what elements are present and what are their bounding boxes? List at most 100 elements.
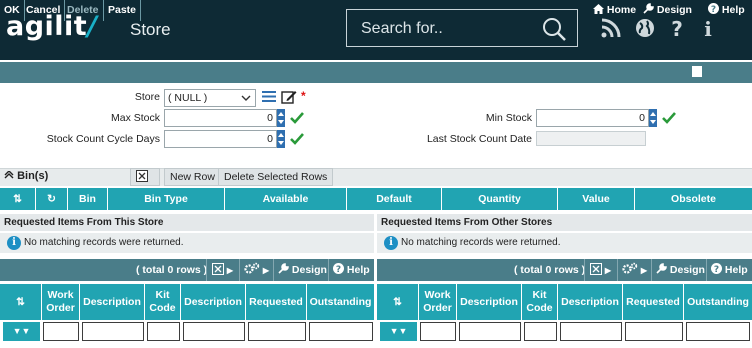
divider [328, 259, 329, 281]
max-stock-spinner[interactable] [277, 109, 285, 127]
total-rows: ( total 0 rows ) [514, 264, 586, 276]
col-value[interactable]: Value [558, 188, 635, 210]
export-excel-button[interactable]: ▶ [590, 259, 611, 281]
filter-work-order[interactable] [420, 322, 456, 341]
filter-kit-code[interactable] [147, 322, 180, 341]
col-description[interactable]: Description [457, 284, 522, 320]
col-bin[interactable]: Bin [68, 188, 108, 210]
main-toolbar [0, 62, 752, 83]
grid-design-button[interactable]: Design [656, 259, 705, 281]
svg-text:?: ? [711, 5, 716, 14]
help-circle-icon: ? [708, 3, 719, 15]
edit-icon[interactable] [281, 89, 297, 104]
delete-selected-rows-button[interactable]: Delete Selected Rows [218, 168, 334, 186]
store-label: Store [134, 91, 160, 103]
caret-right-icon: ▶ [226, 266, 234, 275]
min-stock-label: Min Stock [485, 112, 532, 124]
max-stock-input[interactable]: 0 [164, 109, 277, 127]
last-count-label: Last Stock Count Date [426, 133, 532, 145]
filter-description-2[interactable] [183, 322, 245, 341]
excel-icon [136, 170, 148, 182]
col-outstanding[interactable]: Outstanding [307, 284, 375, 320]
help-circle-icon: ? [333, 263, 344, 275]
sort-icon[interactable]: ⇅ [377, 284, 419, 320]
cancel-button[interactable]: Cancel [22, 0, 66, 21]
export-excel-button[interactable]: ▶ [212, 259, 233, 281]
wrench-icon [278, 263, 289, 274]
wrench-icon [643, 3, 654, 14]
design-label: Design [656, 4, 692, 16]
col-description[interactable]: Description [80, 284, 145, 320]
col-kit-code[interactable]: Kit Code [522, 284, 558, 320]
grid-help-button[interactable]: ? Help [711, 259, 748, 281]
divider [206, 259, 207, 281]
help-button[interactable]: ? Help [708, 0, 745, 21]
settings-button[interactable]: ▶ [622, 259, 647, 281]
list-icon[interactable] [262, 90, 276, 103]
search-box[interactable]: Search for.. [346, 9, 578, 47]
grid-design-button[interactable]: Design [278, 259, 327, 281]
col-requested[interactable]: Requested [246, 284, 307, 320]
home-label: Home [606, 4, 637, 16]
grid-help-button[interactable]: ? Help [333, 259, 370, 281]
help-label: Help [721, 4, 745, 16]
design-toggle-box[interactable] [692, 66, 702, 77]
help-circle-icon: ? [711, 263, 722, 275]
col-bin-type[interactable]: Bin Type [108, 188, 225, 210]
filter-description[interactable] [82, 322, 144, 341]
no-records-message: No matching records were returned. [0, 233, 374, 253]
caret-right-icon: ▶ [604, 266, 612, 275]
filter-requested[interactable] [248, 322, 306, 341]
col-description-2[interactable]: Description [181, 284, 246, 320]
home-button[interactable]: Home [593, 0, 636, 21]
filter-work-order[interactable] [43, 322, 79, 341]
settings-button[interactable]: ▶ [244, 259, 269, 281]
bins-section-bar [0, 168, 752, 186]
filter-outstanding[interactable] [686, 322, 750, 341]
search-input[interactable]: Search for.. [361, 20, 443, 38]
col-obsolete[interactable]: Obsolete [635, 188, 752, 210]
wrench-icon [656, 263, 667, 274]
filter-description[interactable] [459, 322, 521, 341]
svg-text:?: ? [714, 265, 719, 274]
cycle-days-input[interactable]: 0 [164, 130, 277, 148]
col-requested[interactable]: Requested [623, 284, 684, 320]
caret-right-icon: ▶ [262, 266, 270, 275]
col-outstanding[interactable]: Outstanding [684, 284, 752, 320]
col-work-order[interactable]: Work Order [42, 284, 80, 320]
delete-button[interactable]: Delete [63, 0, 104, 21]
cycle-days-spinner[interactable] [277, 130, 285, 148]
filter-description-2[interactable] [560, 322, 622, 341]
col-quantity[interactable]: Quantity [442, 188, 558, 210]
no-records-message: No matching records were returned. [377, 233, 752, 253]
search-icon[interactable] [541, 16, 567, 42]
refresh-icon[interactable]: ↻ [36, 188, 68, 210]
col-description-2[interactable]: Description [558, 284, 623, 320]
filter-icon[interactable]: ▼▼ [380, 322, 417, 341]
min-stock-spinner[interactable] [649, 109, 657, 127]
paste-button[interactable]: Paste [104, 0, 142, 21]
export-excel-button[interactable]: ▶ [130, 168, 160, 199]
caret-right-icon: ▶ [640, 266, 648, 275]
col-work-order[interactable]: Work Order [419, 284, 457, 320]
design-button[interactable]: Design [643, 0, 692, 21]
col-kit-code[interactable]: Kit Code [145, 284, 181, 320]
gears-icon [244, 262, 260, 274]
filter-outstanding[interactable] [309, 322, 373, 341]
filter-icon[interactable]: ▼▼ [3, 322, 40, 341]
min-stock-input[interactable]: 0 [536, 109, 649, 127]
filter-kit-code[interactable] [524, 322, 557, 341]
sort-icon[interactable]: ⇅ [0, 284, 42, 320]
sort-icon[interactable]: ⇅ [0, 188, 36, 210]
divider [706, 259, 707, 281]
filter-requested[interactable] [625, 322, 683, 341]
cycle-days-label: Stock Count Cycle Days [46, 133, 160, 145]
new-row-button[interactable]: New Row [164, 168, 221, 186]
store-select[interactable]: ( NULL ) [164, 89, 256, 107]
col-default[interactable]: Default [347, 188, 442, 210]
check-icon [662, 112, 676, 124]
col-available[interactable]: Available [225, 188, 347, 210]
last-count-date-field [536, 131, 646, 146]
divider [273, 259, 274, 281]
bins-section-header[interactable]: Bin(s) [4, 170, 48, 182]
